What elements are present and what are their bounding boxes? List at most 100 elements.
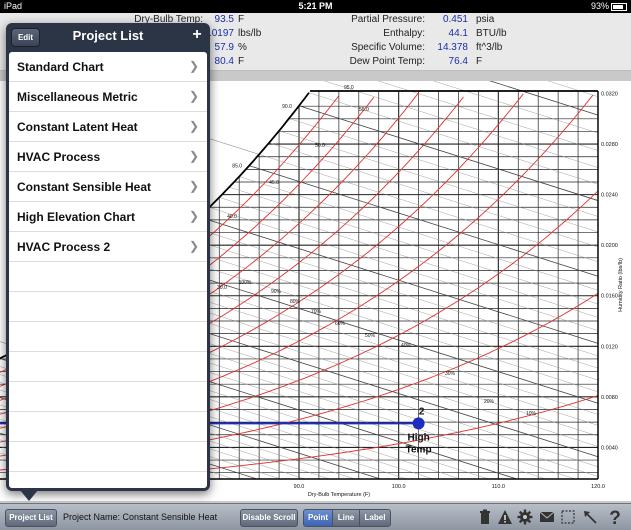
status-bar: iPad 5:21 PM 93% [0,0,631,13]
state-point-label: High [407,432,429,443]
mail-icon[interactable] [539,509,555,525]
chevron-right-icon: ❯ [188,209,199,223]
y-axis-label: Humidity Ratio (lbs/lb) [618,258,624,312]
y-tick-label: 0.0240 [601,193,618,199]
list-item [9,352,207,382]
list-item-label: Miscellaneous Metric [17,90,138,104]
list-item-label: Constant Sensible Heat [17,180,152,194]
list-item [9,292,207,322]
readout-unit: F [476,56,483,67]
project-name: Project Name: Constant Sensible Heat [63,512,218,522]
chevron-right-icon: ❯ [188,179,199,193]
mode-point-button[interactable]: Point [303,509,333,527]
list-item[interactable]: Miscellaneous Metric ❯ [9,82,207,112]
help-icon[interactable]: ? [606,507,624,527]
trash-icon[interactable] [477,509,493,525]
y-tick-label: 0.0080 [601,395,618,401]
saturation-temp-label: 95.0 [344,85,354,91]
mode-label-button[interactable]: Label [359,509,391,527]
x-axis-label: Dry-Bulb Temperature (F) [308,492,370,498]
list-item-label: HVAC Process 2 [17,240,111,254]
chevron-right-icon: ❯ [188,59,199,73]
readout-label: Enthalpy: [383,28,425,39]
relative-humidity-label: 80% [290,299,301,305]
popover-title: Project List [72,28,144,43]
enthalpy-label: 30.0 [217,285,227,291]
readout-label: Specific Volume: [351,42,425,53]
readout-unit: BTU/lb [476,28,507,39]
relative-humidity-label: 70% [311,309,322,315]
readout-value: 57.9 [214,42,234,53]
disable-scroll-button[interactable]: Disable Scroll [240,509,298,527]
list-item[interactable]: Constant Sensible Heat ❯ [9,172,207,202]
x-tick-label: 110.0 [492,484,505,490]
list-item-label: HVAC Process [17,150,101,164]
list-item[interactable]: HVAC Process 2 ❯ [9,232,207,262]
y-tick-label: 0.0200 [601,243,618,249]
battery-icon [611,2,627,11]
readout-label: Dew Point Temp: [349,56,425,67]
x-tick-label: 100.0 [392,484,406,490]
chevron-right-icon: ❯ [188,89,199,103]
enthalpy-label: 55.0 [359,107,369,113]
wet-bulb-line [169,244,599,381]
readout-label: Partial Pressure: [351,14,425,25]
popover-header: Edit Project List + [6,23,210,50]
readout-value: 14.378 [437,42,468,53]
bottom-toolbar: Project List Project Name: Constant Sens… [0,503,631,530]
clock: 5:21 PM [298,1,333,11]
list-item [9,442,207,472]
wet-bulb-line [298,105,599,201]
chevron-right-icon: ❯ [188,149,199,163]
list-item[interactable]: Constant Latent Heat ❯ [9,112,207,142]
readout-unit: ft^3/lb [476,42,503,53]
y-tick-label: 0.0280 [601,142,618,148]
mode-line-button[interactable]: Line [332,509,360,527]
project-list-button[interactable]: Project List [5,509,57,527]
y-tick-label: 0.0120 [601,344,618,350]
x-tick-label: 120.0 [591,484,605,490]
readout-value: 93.5 [214,14,234,25]
relative-humidity-label: 40% [401,343,412,349]
saturation-temp-label: 85.0 [232,164,242,170]
wet-bulb-line [219,197,599,318]
project-list-popover: Edit Project List + Standard Chart ❯ Misce… [6,23,210,491]
add-project-button[interactable]: + [190,26,204,44]
state-point-id: 2 [419,406,425,417]
chevron-right-icon: ❯ [188,239,199,253]
warning-icon[interactable] [497,509,513,525]
list-item [9,262,207,292]
readout-value: 44.1 [448,28,468,39]
relative-humidity-label: 100% [239,280,252,286]
y-tick-label: 0.0320 [601,92,618,98]
list-item-label: High Elevation Chart [17,210,136,224]
battery-status: 93% [591,1,627,11]
relative-humidity-label: 10% [526,411,537,417]
list-item[interactable]: HVAC Process ❯ [9,142,207,172]
wet-bulb-line [489,81,599,116]
cursor-arrow-icon[interactable] [582,509,598,525]
wet-bulb-line [209,207,599,331]
state-point-label: Temp [406,444,432,455]
readout-unit: % [238,42,247,53]
readout-unit: lbs/lb [238,28,262,39]
y-tick-label: 0.0040 [601,445,618,451]
relative-humidity-label: 50% [365,333,376,339]
x-tick-label: 90.0 [294,484,305,490]
saturation-temp-label: 90.0 [282,104,292,110]
selection-icon[interactable] [560,509,576,525]
list-item-label: Standard Chart [17,60,104,74]
chevron-right-icon: ❯ [188,119,199,133]
list-item [9,412,207,442]
enthalpy-label: 40.0 [227,214,237,220]
readout-value: 76.4 [448,56,468,67]
list-item[interactable]: Standard Chart ❯ [9,52,207,82]
enthalpy-label: 50.0 [315,143,325,149]
list-item [9,322,207,352]
list-item[interactable]: High Elevation Chart ❯ [9,202,207,232]
wet-bulb-line [288,118,599,217]
readout-value: 0.451 [442,14,468,25]
relative-humidity-label: 90% [271,289,282,295]
gear-icon[interactable] [517,509,533,525]
list-item-label: Constant Latent Heat [17,120,138,134]
